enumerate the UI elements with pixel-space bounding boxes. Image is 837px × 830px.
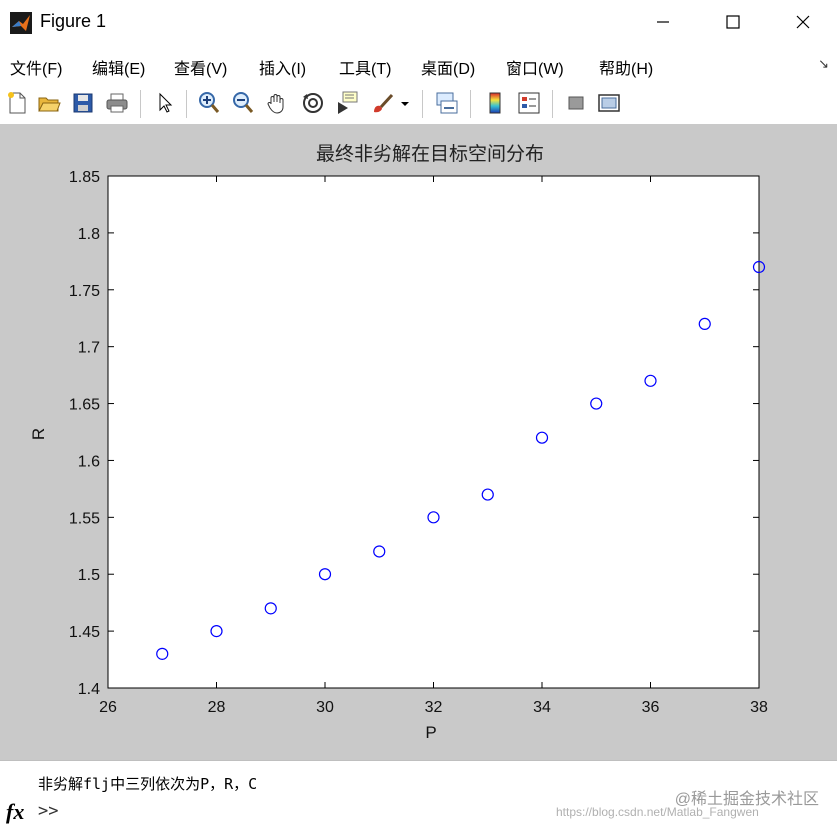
menu-edit[interactable]: 编辑(E) — [92, 55, 145, 79]
pointer-icon[interactable] — [152, 90, 178, 116]
y-tick-label: 1.8 — [78, 226, 100, 243]
x-tick-label: 26 — [99, 699, 117, 716]
menu-window[interactable]: 窗口(W) — [506, 55, 564, 79]
y-tick-label: 1.75 — [69, 283, 100, 300]
y-tick-label: 1.45 — [69, 624, 100, 641]
watermark-url: https://blog.csdn.net/Matlab_Fangwen — [556, 805, 759, 819]
save-icon[interactable] — [70, 90, 96, 116]
y-tick-label: 1.4 — [78, 681, 100, 698]
toolbar-separator — [552, 90, 553, 118]
x-axis-label: P — [425, 723, 436, 742]
x-tick-label: 34 — [533, 699, 551, 716]
toolbar-separator — [470, 90, 471, 118]
x-tick-label: 36 — [642, 699, 660, 716]
legend-icon[interactable] — [516, 90, 542, 116]
x-tick-label: 38 — [750, 699, 768, 716]
menu-insert[interactable]: 插入(I) — [259, 55, 306, 79]
zoom-out-icon[interactable] — [230, 90, 256, 116]
menu-tools[interactable]: 工具(T) — [339, 55, 391, 79]
fx-function-browser-icon[interactable]: fx — [6, 799, 24, 825]
command-window[interactable]: 非劣解flj中三列依次为P，R，C fx >> @稀土掘金技术社区 https:… — [0, 760, 837, 830]
menu-view[interactable]: 查看(V) — [174, 55, 227, 79]
y-tick-label: 1.65 — [69, 397, 100, 414]
minimize-button[interactable] — [640, 6, 686, 38]
y-tick-label: 1.55 — [69, 510, 100, 527]
toolbar-separator — [140, 90, 141, 118]
title-bar: Figure 1 — [0, 0, 837, 44]
x-tick-label: 28 — [208, 699, 226, 716]
menu-file[interactable]: 文件(F) — [10, 55, 62, 79]
axes-box — [107, 175, 760, 689]
matlab-logo-icon — [10, 12, 32, 34]
open-folder-icon[interactable] — [36, 90, 62, 116]
data-cursor-icon[interactable] — [334, 90, 360, 116]
menu-desktop[interactable]: 桌面(D) — [421, 55, 475, 79]
close-button[interactable] — [780, 6, 826, 38]
figure-canvas: 最终非劣解在目标空间分布 26 28 30 32 34 36 38 1.4 1.45 1.5 1.5… — [0, 124, 837, 760]
scatter-plot[interactable]: 最终非劣解在目标空间分布 26 28 30 32 34 36 38 1.4 1.45 1.5 1.5… — [0, 124, 837, 760]
command-output-line: 非劣解flj中三列依次为P，R，C — [38, 775, 258, 793]
maximize-button[interactable] — [710, 6, 756, 38]
show-plot-tools-icon[interactable] — [596, 90, 622, 116]
rotate-3d-icon[interactable] — [300, 90, 326, 116]
brush-dropdown-icon[interactable] — [398, 90, 412, 116]
x-tick-label: 32 — [425, 699, 443, 716]
window-title: Figure 1 — [40, 11, 107, 31]
link-plot-icon[interactable] — [434, 90, 460, 116]
figure-toolbar — [0, 84, 837, 124]
y-tick-label: 1.7 — [78, 340, 100, 357]
chart-title: 最终非劣解在目标空间分布 — [316, 143, 544, 165]
y-axis-label: R — [29, 428, 48, 440]
x-tick-label: 30 — [316, 699, 334, 716]
hide-plot-tools-icon[interactable] — [564, 90, 590, 116]
new-figure-icon[interactable] — [4, 90, 30, 116]
y-tick-label: 1.85 — [69, 169, 100, 186]
menu-bar: 文件(F) 编辑(E) 查看(V) 插入(I) 工具(T) 桌面(D) 窗口(W… — [0, 48, 837, 82]
y-tick-label: 1.6 — [78, 453, 100, 470]
print-icon[interactable] — [104, 90, 130, 116]
command-prompt[interactable]: >> — [38, 801, 58, 821]
zoom-in-icon[interactable] — [196, 90, 222, 116]
pan-hand-icon[interactable] — [264, 90, 290, 116]
brush-icon[interactable] — [370, 90, 396, 116]
menu-help[interactable]: 帮助(H) — [599, 55, 653, 79]
toolbar-separator — [186, 90, 187, 118]
colorbar-icon[interactable] — [482, 90, 508, 116]
y-tick-label: 1.5 — [78, 567, 100, 584]
dock-arrow-icon[interactable]: ↘ — [818, 56, 829, 72]
toolbar-separator — [422, 90, 423, 118]
